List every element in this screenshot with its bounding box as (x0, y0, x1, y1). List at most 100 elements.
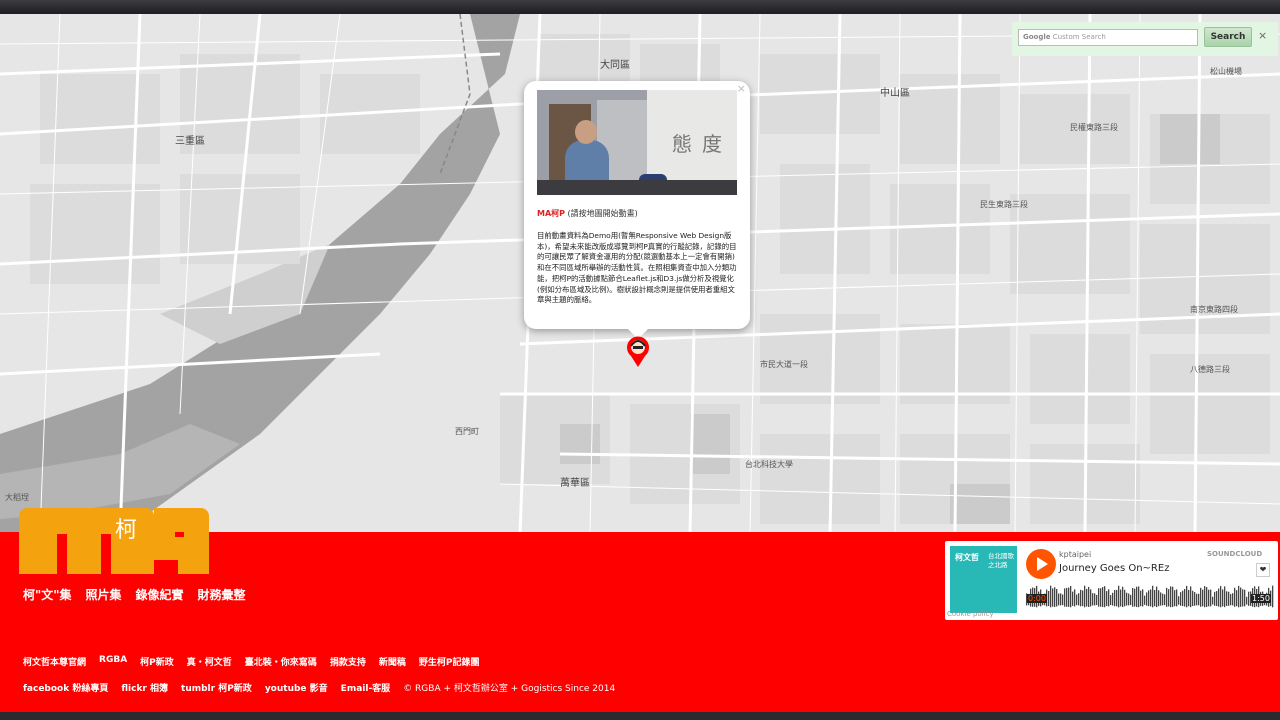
footer-link-facebook[interactable]: facebook 粉絲專頁 (23, 681, 108, 694)
waveform-bar (1108, 589, 1110, 607)
track-title[interactable]: Journey Goes On~REz (1059, 563, 1169, 574)
waveform-bar (1084, 585, 1086, 608)
waveform-bar (1072, 591, 1074, 606)
waveform-bar (1128, 593, 1130, 606)
waveform-bar (1100, 588, 1102, 607)
waveform-bar (1104, 586, 1106, 608)
waveform-bar (1178, 596, 1180, 605)
search-button[interactable]: Search (1204, 27, 1252, 47)
waveform-bar (1062, 594, 1064, 606)
footer-links-social: facebook 粉絲專頁 flickr 相簿 tumblr 柯P新政 yout… (23, 681, 615, 694)
nav-photos[interactable]: 照片集 (86, 586, 122, 603)
waveform-bar (1234, 587, 1236, 607)
waveform-bar (1130, 594, 1132, 606)
footer-link-flickr[interactable]: flickr 相簿 (121, 681, 168, 694)
waveform-bar (1088, 586, 1090, 608)
waveform-bar (1154, 590, 1156, 607)
waveform-bar (1152, 585, 1154, 608)
footer-link-official[interactable]: 柯文哲本尊官網 (23, 655, 86, 668)
soundcloud-logo[interactable]: SOUNDCLOUD (1207, 550, 1262, 558)
waveform-bar (1160, 592, 1162, 606)
waveform-bar (1170, 586, 1172, 608)
main-nav: 柯"文"集 照片集 錄像紀實 財務彙整 (23, 586, 246, 603)
map-label-airport: 松山機場 (1210, 67, 1242, 76)
nav-articles[interactable]: 柯"文"集 (23, 586, 72, 603)
footer-link-wild[interactable]: 野生柯P記錄團 (419, 655, 480, 668)
waveform-bar (1226, 591, 1228, 606)
waveform-bar (1074, 589, 1076, 607)
waveform-bar (1164, 594, 1166, 606)
waveform[interactable] (1026, 583, 1274, 611)
waveform-bar (1218, 588, 1220, 607)
waveform-bar (1180, 592, 1182, 606)
footer-link-donate[interactable]: 捐款支持 (330, 655, 366, 668)
waveform-bar (1182, 590, 1184, 607)
waveform-bar (1064, 588, 1066, 607)
map-label-sanchong: 三重區 (175, 136, 205, 147)
waveform-bar (1086, 588, 1088, 607)
map-label-bade: 八德路三段 (1190, 365, 1230, 374)
waveform-bar (1204, 586, 1206, 608)
popup-close-icon[interactable]: × (737, 82, 746, 95)
waveform-bar (1232, 593, 1234, 606)
footer-link-code[interactable]: 臺北裝・你來寫碼 (245, 655, 317, 668)
popup-title-note: (請按地圖開始動畫) (565, 209, 638, 218)
waveform-bar (1192, 590, 1194, 607)
waveform-bar (1116, 589, 1118, 607)
heart-icon[interactable]: ❤ (1256, 563, 1270, 577)
waveform-bar (1208, 589, 1210, 607)
waveform-bar (1150, 589, 1152, 607)
waveform-bar (1090, 589, 1092, 607)
waveform-bar (1050, 585, 1052, 608)
nav-videos[interactable]: 錄像紀實 (136, 586, 184, 603)
footer-link-tumblr[interactable]: tumblr 柯P新政 (181, 681, 252, 694)
waveform-bar (1202, 589, 1204, 607)
waveform-bar (1196, 593, 1198, 606)
footer-link-email[interactable]: Email-客服 (341, 681, 391, 694)
waveform-bar (1224, 586, 1226, 608)
track-artwork: 柯文哲 台北國歌之北路 (950, 546, 1017, 613)
waveform-bar (1140, 590, 1142, 607)
search-input[interactable]: Google Custom Search (1018, 29, 1198, 46)
popup-body: 目前動畫資料為Demo用(暫無Responsive Web Design版本)，… (537, 231, 737, 305)
waveform-bar (1048, 591, 1050, 606)
popup-brand: MA柯P (537, 209, 566, 218)
waveform-bar (1110, 595, 1112, 605)
footer-link-policy[interactable]: 柯P新政 (140, 655, 174, 668)
waveform-bar (1068, 587, 1070, 607)
footer-link-rgba[interactable]: RGBA (99, 655, 127, 668)
waveform-bar (1134, 588, 1136, 607)
play-icon[interactable] (1026, 549, 1056, 579)
waveform-bar (1124, 589, 1126, 607)
map-label-ximen: 西門町 (455, 427, 479, 436)
nav-finance[interactable]: 財務彙整 (198, 586, 246, 603)
footer-link-true[interactable]: 真・柯文哲 (187, 655, 232, 668)
browser-bottom-bar (0, 712, 1280, 720)
footer-link-youtube[interactable]: youtube 影音 (265, 681, 328, 694)
waveform-bar (1060, 593, 1062, 606)
track-user[interactable]: kptaipei (1059, 550, 1091, 559)
waveform-bar (1230, 594, 1232, 606)
footer-link-press[interactable]: 新聞稿 (379, 655, 406, 668)
logo-char: 柯 (115, 518, 138, 543)
waveform-bar (1216, 591, 1218, 606)
waveform-bar (1096, 594, 1098, 606)
cookie-policy-link[interactable]: Cookie policy (947, 610, 994, 618)
waveform-bar (1082, 590, 1084, 607)
site-logo[interactable]: 柯 (19, 508, 209, 574)
waveform-bar (1138, 586, 1140, 608)
waveform-bar (1136, 586, 1138, 608)
waveform-bar (1156, 586, 1158, 608)
time-total: 1:50 (1251, 594, 1271, 603)
waveform-bar (1190, 586, 1192, 608)
map-marker-icon[interactable] (623, 334, 653, 368)
waveform-bar (1166, 587, 1168, 607)
map-label-dadaocheng: 大稻埕 (5, 493, 29, 502)
soundcloud-player: 柯文哲 台北國歌之北路 kptaipei Journey Goes On~REz… (945, 541, 1278, 620)
footer-copyright: © RGBA + 柯文哲辦公室 + Gogistics Since 2014 (403, 684, 616, 694)
map-label-zhongshan: 中山區 (880, 88, 910, 99)
close-icon[interactable]: × (1258, 29, 1267, 42)
waveform-bar (1112, 592, 1114, 606)
waveform-bar (1058, 593, 1060, 606)
waveform-bar (1242, 589, 1244, 607)
